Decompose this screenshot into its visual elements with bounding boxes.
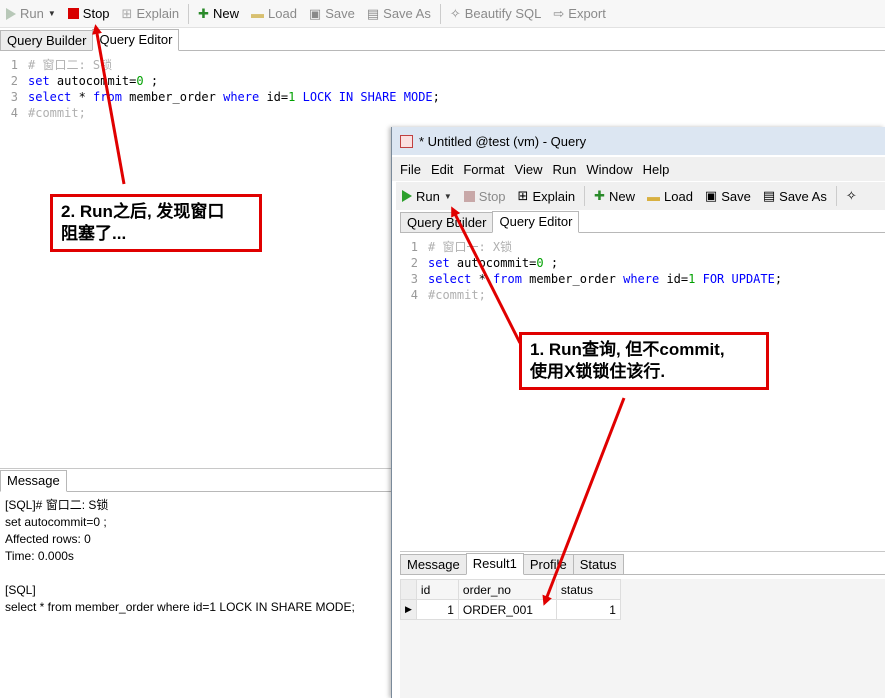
- arrow-to-back-stop: [92, 24, 126, 185]
- annotation-arrows: [92, 24, 626, 606]
- arrow-to-front-run: [451, 206, 522, 344]
- arrow-to-result-row: [542, 397, 626, 606]
